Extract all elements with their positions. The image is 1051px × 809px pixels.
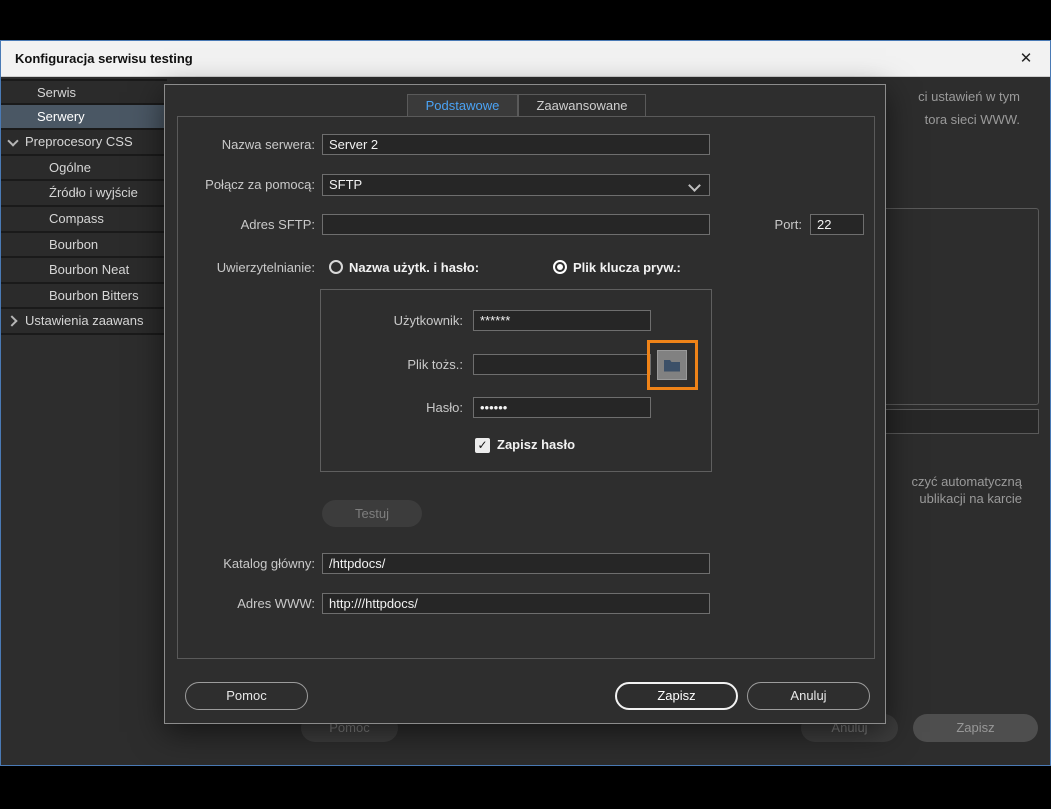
background-text: ublikacji na karcie — [919, 491, 1022, 506]
credentials-panel: Użytkownik: Plik tożs.: Hasło: ✓ Zapisz … — [320, 289, 712, 472]
web-url-label: Adres WWW: — [237, 596, 315, 611]
identity-file-label: Plik tożs.: — [407, 357, 463, 372]
save-button[interactable]: Zapisz — [615, 682, 738, 710]
sidebar-item-label: Serwis — [37, 85, 77, 100]
port-input[interactable] — [810, 214, 864, 235]
identity-file-input[interactable] — [473, 354, 651, 375]
sidebar-item-ustawienia-zaawansowane[interactable]: Ustawienia zaawans — [1, 309, 167, 335]
username-input[interactable] — [473, 310, 651, 331]
server-name-label: Nazwa serwera: — [221, 137, 315, 152]
background-text: tora sieci WWW. — [924, 112, 1020, 127]
port-label: Port: — [774, 217, 802, 232]
background-text: czyć automatyczną — [911, 474, 1022, 489]
test-button[interactable]: Testuj — [322, 500, 422, 527]
sidebar-item-serwis[interactable]: Serwis — [1, 79, 167, 105]
root-directory-input[interactable] — [322, 553, 710, 574]
server-name-input[interactable] — [322, 134, 710, 155]
chevron-right-icon[interactable] — [6, 315, 18, 328]
save-password-checkbox[interactable]: ✓ — [475, 438, 490, 453]
background-panel — [879, 208, 1039, 405]
chevron-down-icon — [688, 179, 701, 192]
cancel-button[interactable]: Anuluj — [747, 682, 870, 710]
connect-method-label: Połącz za pomocą: — [205, 177, 315, 192]
radio-private-key-label[interactable]: Plik klucza pryw.: — [573, 257, 681, 278]
connect-method-select[interactable]: SFTP — [322, 174, 710, 196]
root-directory-label: Katalog główny: — [223, 556, 315, 571]
radio-username-password[interactable] — [329, 260, 343, 274]
sidebar: Serwis Serwery Preprocesory CSS Ogólne Ź… — [1, 79, 167, 335]
sidebar-item-bourbon[interactable]: Bourbon — [1, 232, 167, 259]
web-url-input[interactable] — [322, 593, 710, 614]
sidebar-item-label: Bourbon — [49, 236, 99, 252]
password-input[interactable] — [473, 397, 651, 418]
title-bar: Konfiguracja serwisu testing ✕ — [1, 41, 1050, 77]
sidebar-item-label: Bourbon Neat — [49, 262, 130, 278]
radio-username-password-label[interactable]: Nazwa użytk. i hasło: — [349, 257, 479, 278]
sidebar-item-bourbon-neat[interactable]: Bourbon Neat — [1, 258, 167, 284]
sidebar-item-ogolne[interactable]: Ogólne — [1, 155, 167, 182]
tab-zaawansowane[interactable]: Zaawansowane — [518, 94, 646, 117]
sidebar-item-label: Serwery — [37, 108, 85, 124]
dialog-window: Konfiguracja serwisu testing ✕ Serwis Se… — [0, 40, 1051, 766]
background-text: ci ustawień w tym — [918, 89, 1020, 104]
sidebar-item-label: Ustawienia zaawans — [25, 313, 144, 329]
sidebar-item-serwery[interactable]: Serwery — [1, 104, 167, 131]
browse-folder-button[interactable] — [657, 350, 687, 380]
sidebar-item-label: Compass — [49, 210, 104, 226]
window-title: Konfiguracja serwisu testing — [15, 51, 193, 66]
sidebar-item-preprocesory-css[interactable]: Preprocesory CSS — [1, 130, 167, 156]
connect-method-value: SFTP — [329, 177, 363, 192]
window-body: Serwis Serwery Preprocesory CSS Ogólne Ź… — [1, 77, 1050, 765]
background-save-button: Zapisz — [913, 714, 1038, 742]
save-password-label[interactable]: Zapisz hasło — [497, 436, 575, 454]
folder-icon — [664, 359, 680, 371]
sidebar-item-zrodlo-i-wyjscie[interactable]: Źródło i wyjście — [1, 181, 167, 207]
radio-private-key[interactable] — [553, 260, 567, 274]
sidebar-item-label: Bourbon Bitters — [49, 287, 139, 303]
help-button[interactable]: Pomoc — [185, 682, 308, 710]
sidebar-item-label: Preprocesory CSS — [25, 134, 133, 150]
sftp-address-label: Adres SFTP: — [240, 217, 315, 232]
username-label: Użytkownik: — [393, 313, 463, 328]
sidebar-item-compass[interactable]: Compass — [1, 206, 167, 233]
authentication-label: Uwierzytelnianie: — [216, 260, 315, 275]
password-label: Hasło: — [426, 400, 463, 415]
background-input — [879, 409, 1039, 434]
sftp-address-input[interactable] — [322, 214, 710, 235]
sidebar-item-bourbon-bitters[interactable]: Bourbon Bitters — [1, 283, 167, 310]
close-icon[interactable]: ✕ — [1012, 41, 1040, 76]
server-settings-dialog: Podstawowe Zaawansowane Nazwa serwera: P… — [164, 84, 886, 724]
sidebar-item-label: Ogólne — [49, 159, 91, 175]
tab-podstawowe[interactable]: Podstawowe — [407, 94, 518, 117]
chevron-down-icon[interactable] — [7, 135, 19, 147]
sidebar-item-label: Źródło i wyjście — [49, 185, 138, 201]
